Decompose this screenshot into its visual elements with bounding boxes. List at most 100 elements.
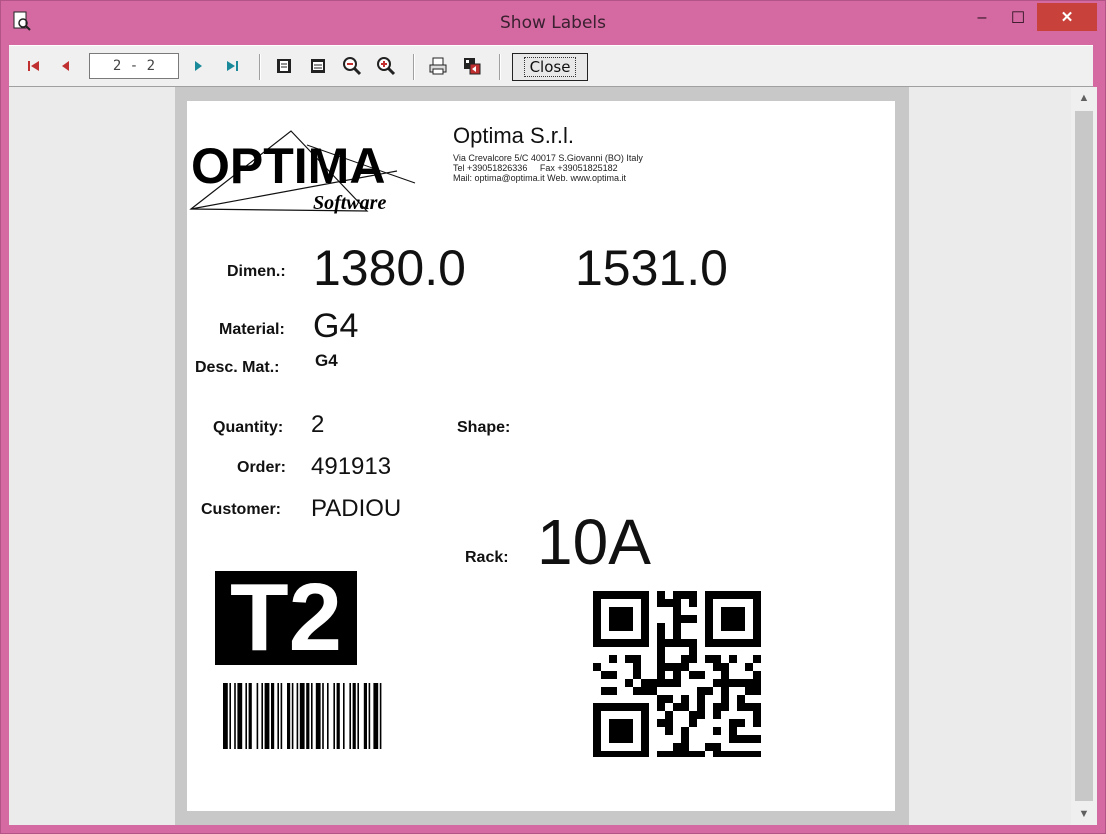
toolbar-separator: [499, 54, 501, 80]
qr-module: [665, 711, 673, 719]
qr-module: [657, 719, 665, 727]
barcode-bar: [333, 683, 335, 749]
page-indicator-field[interactable]: 2 - 2: [89, 53, 179, 79]
qr-module: [665, 639, 673, 647]
zoom-out-icon[interactable]: [341, 56, 363, 76]
qr-module: [657, 591, 665, 599]
company-name: Optima S.r.l.: [453, 123, 575, 148]
barcode-bar: [336, 683, 340, 749]
qr-module: [673, 599, 681, 607]
qr-module: [689, 647, 697, 655]
barcode-bar: [379, 683, 382, 749]
qr-module: [745, 663, 753, 671]
qr-module: [633, 655, 641, 663]
qr-module: [705, 743, 713, 751]
last-page-icon[interactable]: [221, 56, 243, 76]
qr-module: [673, 679, 681, 687]
label-page: OPTIMA Software Optima S.r.l. Via Creval…: [187, 101, 895, 811]
qr-module: [609, 655, 617, 663]
qr-module: [673, 615, 681, 623]
qr-module: [649, 679, 657, 687]
title-bar[interactable]: Show Labels – ☐ ✕: [1, 1, 1105, 43]
qr-module: [753, 711, 761, 719]
qr-module: [633, 671, 641, 679]
customer-value: PADIOU: [311, 495, 402, 522]
qr-module: [657, 655, 665, 663]
qr-module: [657, 647, 665, 655]
barcode-bar: [291, 683, 294, 749]
optima-logo: OPTIMA Software: [189, 130, 416, 214]
barcode-bar: [368, 683, 371, 749]
zoom-in-icon[interactable]: [375, 56, 397, 76]
qr-module: [601, 687, 609, 695]
qr-module: [697, 687, 705, 695]
qr-module: [753, 679, 761, 687]
barcode-bar: [306, 683, 310, 749]
qr-module: [681, 695, 689, 703]
export-icon[interactable]: [461, 56, 483, 76]
barcode-bar: [237, 683, 243, 749]
qr-module: [657, 639, 665, 647]
fit-width-icon[interactable]: [307, 56, 329, 76]
barcode-bar: [277, 683, 279, 749]
qr-module: [745, 751, 753, 757]
qr-module: [713, 679, 721, 687]
qr-module: [625, 679, 633, 687]
close-button[interactable]: Close: [512, 53, 588, 81]
scroll-down-icon[interactable]: ▼: [1071, 803, 1097, 825]
quantity-value: 2: [311, 411, 325, 438]
scroll-up-icon[interactable]: ▲: [1071, 87, 1097, 109]
print-icon[interactable]: [427, 56, 449, 76]
barcode-bar: [271, 683, 275, 749]
vertical-scrollbar[interactable]: ▲ ▼: [1071, 87, 1097, 825]
qr-finder-core: [609, 719, 633, 743]
scroll-thumb[interactable]: [1075, 111, 1093, 801]
qr-code: [593, 591, 761, 757]
qr-module: [713, 663, 721, 671]
barcode-bar: [322, 683, 324, 749]
first-page-icon[interactable]: [23, 56, 45, 76]
qr-module: [697, 695, 705, 703]
minimize-button[interactable]: –: [967, 3, 997, 33]
qr-module: [753, 671, 761, 679]
qr-module: [729, 679, 737, 687]
qr-module: [737, 679, 745, 687]
material-value: G4: [313, 307, 359, 345]
prev-page-icon[interactable]: [55, 56, 77, 76]
qr-module: [681, 727, 689, 735]
qr-module: [737, 735, 745, 743]
maximize-button[interactable]: ☐: [1003, 3, 1033, 33]
qr-module: [673, 703, 681, 711]
barcode-bar: [349, 683, 351, 749]
qr-module: [721, 751, 729, 757]
desc-mat-value: G4: [315, 351, 338, 370]
qr-module: [697, 671, 705, 679]
qr-module: [593, 663, 601, 671]
barcode-bar: [373, 683, 379, 749]
qr-module: [721, 695, 729, 703]
qr-module: [657, 663, 665, 671]
qr-module: [737, 703, 745, 711]
logo-subtitle: Software: [313, 192, 386, 214]
qr-module: [729, 727, 737, 735]
window-close-button[interactable]: ✕: [1037, 3, 1097, 31]
barcode-bar: [315, 683, 321, 749]
qr-module: [665, 751, 673, 757]
material-label: Material:: [219, 321, 285, 338]
qr-module: [681, 591, 689, 599]
next-page-icon[interactable]: [187, 56, 209, 76]
rack-value: 10A: [537, 506, 651, 578]
qr-module: [665, 663, 673, 671]
qr-module: [657, 703, 665, 711]
preview-area: OPTIMA Software Optima S.r.l. Via Creval…: [9, 87, 1071, 825]
fit-page-icon[interactable]: [273, 56, 295, 76]
qr-module: [641, 687, 649, 695]
qr-module: [673, 639, 681, 647]
barcode-bar: [223, 683, 228, 749]
page-frame: OPTIMA Software Optima S.r.l. Via Creval…: [175, 87, 909, 825]
qr-module: [649, 687, 657, 695]
window-title: Show Labels: [500, 13, 606, 33]
qr-module: [673, 671, 681, 679]
qr-module: [673, 631, 681, 639]
barcode-bar: [264, 683, 270, 749]
